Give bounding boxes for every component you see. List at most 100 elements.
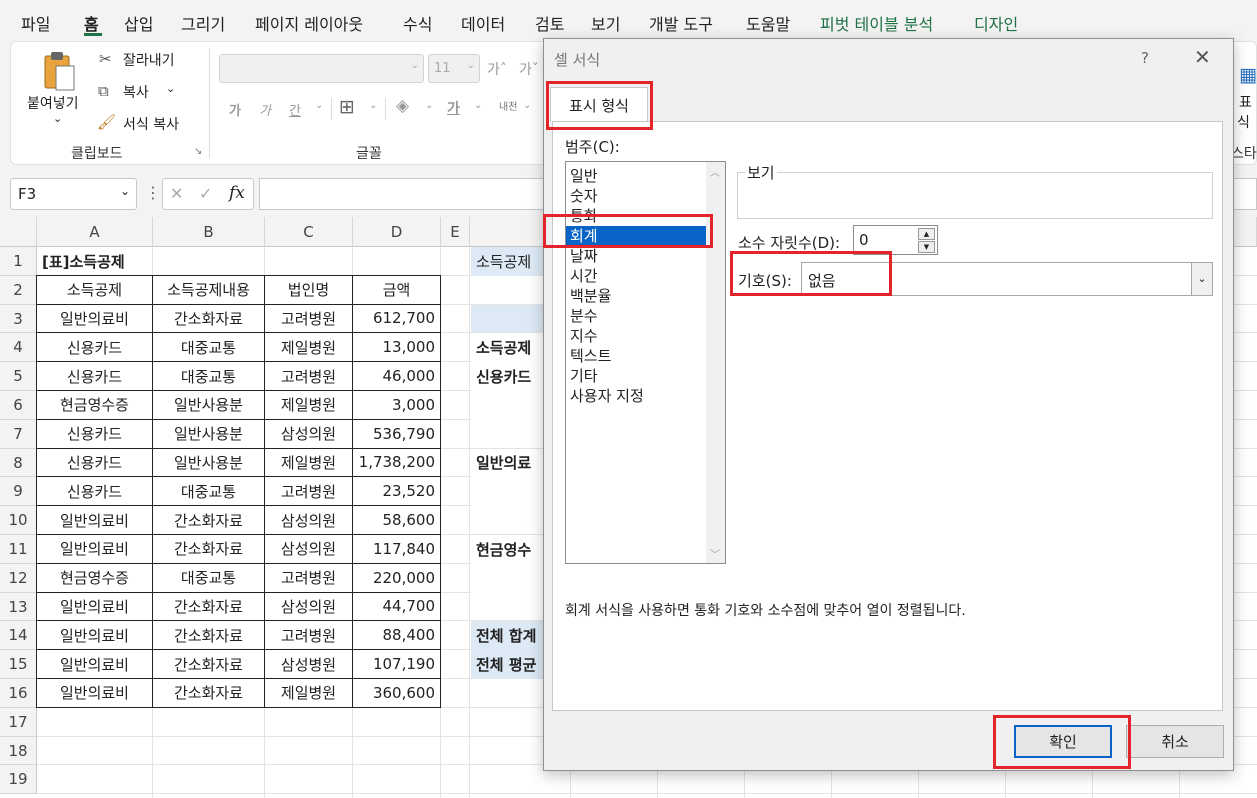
wrap-text-button[interactable]: 내천 (499, 98, 517, 113)
decimal-places-spinner[interactable]: 0 ▲ ▼ (853, 225, 938, 255)
table-cell[interactable]: 신용카드 (37, 419, 153, 449)
table-cell[interactable]: 3,000 (353, 391, 441, 420)
spin-down-icon[interactable]: ▼ (918, 241, 935, 253)
tab-page-layout[interactable]: 페이지 레이아웃 (255, 11, 363, 35)
font-color-dropdown-icon[interactable]: ⌄ (474, 100, 482, 111)
table-cell[interactable]: 제일병원 (265, 333, 353, 363)
bold-button[interactable]: 가 (229, 100, 241, 119)
row-header[interactable]: 14 (0, 621, 37, 651)
table-cell[interactable]: 제일병원 (265, 448, 353, 478)
table-cell[interactable]: 612,700 (353, 304, 441, 334)
table-cell[interactable]: 58,600 (353, 506, 441, 535)
summary-label[interactable]: 전체 평균 (471, 650, 551, 679)
category-scrollbar[interactable]: ︿ ﹀ (706, 162, 725, 563)
category-item[interactable]: 백분율 (566, 286, 706, 306)
font-color-button[interactable]: 가 (447, 98, 460, 118)
format-as-table-label-2[interactable]: 식 (1237, 112, 1250, 132)
copy-button[interactable]: 복사 (123, 82, 149, 102)
grow-font-icon[interactable]: 가ˆ (487, 59, 507, 79)
table-cell[interactable]: 44,700 (353, 592, 441, 622)
tab-developer[interactable]: 개발 도구 (649, 11, 713, 35)
row-header[interactable]: 1 (0, 247, 37, 276)
table-cell[interactable]: 신용카드 (37, 362, 153, 391)
table-cell[interactable]: 간소화자료 (153, 506, 265, 535)
column-header-d[interactable]: D (353, 217, 441, 247)
table-cell[interactable]: 일반의료비 (37, 506, 153, 535)
scroll-up-icon[interactable]: ︿ (710, 164, 720, 179)
table-cell[interactable]: 220,000 (353, 563, 441, 593)
row-header[interactable]: 2 (0, 275, 37, 305)
table-title[interactable]: [표]소득공제 (37, 247, 437, 276)
table-cell[interactable]: 일반의료비 (37, 621, 153, 651)
table-cell[interactable]: 삼성의원 (265, 506, 353, 535)
tab-help[interactable]: 도움말 (746, 11, 790, 35)
font-size-dropdown[interactable]: 11 ⌄ (428, 54, 480, 83)
tab-review[interactable]: 검토 (535, 11, 564, 35)
table-cell[interactable]: 현금영수증 (37, 391, 153, 420)
category-item[interactable]: 통화 (566, 206, 706, 226)
tab-draw[interactable]: 그리기 (181, 11, 225, 35)
table-cell[interactable]: 일반의료비 (37, 592, 153, 622)
table-cell[interactable]: 고려병원 (265, 563, 353, 593)
paste-dropdown-icon[interactable]: ⌄ (53, 112, 62, 125)
table-cell[interactable]: 대중교통 (153, 477, 265, 507)
format-as-table-label[interactable]: 표 (1239, 92, 1252, 112)
table-header[interactable]: 소득공제내용 (153, 275, 265, 305)
fill-color-dropdown-icon[interactable]: ⌄ (425, 100, 433, 111)
column-header-a[interactable]: A (37, 217, 153, 247)
cancel-icon[interactable]: ✕ (170, 184, 183, 203)
borders-icon[interactable]: ⊞ (339, 96, 355, 118)
table-cell[interactable]: 간소화자료 (153, 304, 265, 334)
paste-icon[interactable] (39, 50, 79, 94)
table-cell[interactable]: 46,000 (353, 362, 441, 391)
paste-label[interactable]: 붙여넣기 (27, 93, 79, 113)
summary-label[interactable]: 소득공제 (471, 247, 551, 276)
tab-data[interactable]: 데이터 (461, 11, 505, 35)
column-header-e[interactable]: E (441, 217, 470, 247)
row-header[interactable]: 10 (0, 506, 37, 535)
category-item[interactable]: 일반 (566, 166, 706, 186)
cut-button[interactable]: 잘라내기 (123, 50, 175, 70)
table-cell[interactable]: 일반사용분 (153, 448, 265, 478)
row-header[interactable]: 4 (0, 333, 37, 363)
select-all-corner[interactable] (0, 217, 37, 247)
chevron-down-icon[interactable]: ⌄ (1191, 263, 1212, 295)
enter-icon[interactable]: ✓ (199, 184, 212, 203)
table-cell[interactable]: 간소화자료 (153, 679, 265, 708)
table-cell[interactable]: 107,190 (353, 650, 441, 679)
fill-color-icon[interactable]: ◈ (396, 96, 409, 116)
summary-label[interactable]: 신용카드 (471, 362, 551, 391)
table-cell[interactable]: 일반사용분 (153, 391, 265, 420)
category-item[interactable]: 분수 (566, 306, 706, 326)
tab-design[interactable]: 디자인 (974, 11, 1018, 35)
clipboard-launcher-icon[interactable]: ↘ (194, 146, 202, 157)
table-cell[interactable]: 신용카드 (37, 477, 153, 507)
category-list[interactable]: 일반 숫자 통화 회계 날짜 시간 백분율 분수 지수 텍스트 기타 사용자 지정 ︿ ﹀ (565, 161, 726, 564)
name-box[interactable]: F3 ⌄ (10, 178, 137, 210)
row-header[interactable]: 6 (0, 391, 37, 420)
underline-button[interactable]: 간 (289, 100, 301, 119)
table-cell[interactable]: 삼성병원 (265, 650, 353, 679)
table-cell[interactable]: 360,600 (353, 679, 441, 708)
table-cell[interactable]: 삼성의원 (265, 419, 353, 449)
column-header-c[interactable]: C (265, 217, 353, 247)
insert-function-icon[interactable]: fx (229, 183, 245, 203)
row-header[interactable]: 9 (0, 477, 37, 507)
spin-up-icon[interactable]: ▲ (918, 228, 935, 240)
column-header-b[interactable]: B (153, 217, 265, 247)
table-cell[interactable]: 23,520 (353, 477, 441, 507)
row-header[interactable]: 17 (0, 707, 37, 737)
table-cell[interactable]: 제일병원 (265, 391, 353, 420)
copy-dropdown-icon[interactable]: ⌄ (166, 82, 175, 95)
symbol-dropdown[interactable]: 없음 ⌄ (801, 262, 1213, 296)
tab-insert[interactable]: 삽입 (124, 11, 153, 35)
table-cell[interactable]: 고려병원 (265, 362, 353, 391)
summary-label[interactable]: 소득공제 (471, 333, 551, 363)
summary-label[interactable]: 일반의료 (471, 448, 551, 478)
row-header[interactable]: 13 (0, 592, 37, 622)
table-cell[interactable]: 간소화자료 (153, 650, 265, 679)
category-item[interactable]: 사용자 지정 (566, 386, 706, 406)
table-cell[interactable]: 대중교통 (153, 563, 265, 593)
row-header[interactable]: 15 (0, 650, 37, 679)
shrink-font-icon[interactable]: 가ˇ (519, 59, 539, 79)
